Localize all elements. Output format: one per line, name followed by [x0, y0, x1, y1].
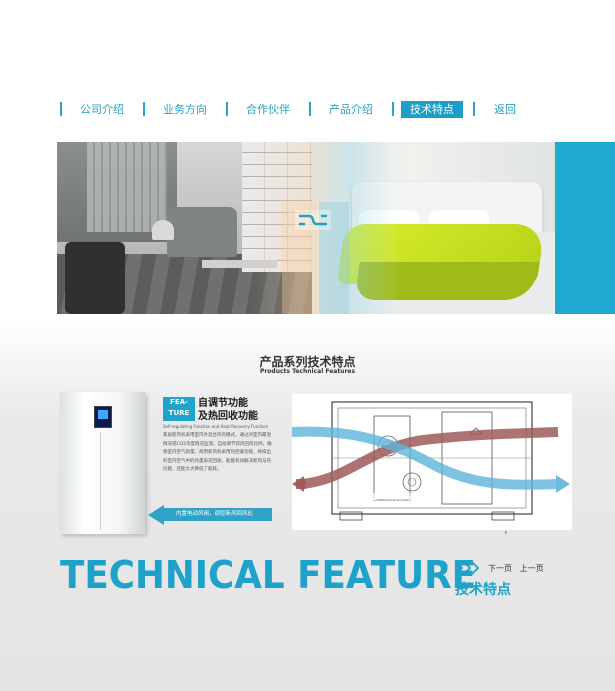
heat-recovery-diagram [292, 394, 572, 530]
hero-banner [57, 142, 615, 314]
pager: 下一页 上一页 [488, 563, 544, 574]
feature-title-line2: 及热回收功能 [198, 411, 258, 422]
damper-callout: 内置电动风阀，调控新风回风比 [148, 505, 272, 525]
feature-tag-line2: TURE [168, 409, 190, 417]
hero-blinds [87, 142, 167, 232]
nav-separator [392, 102, 394, 116]
feature-tag-line1: FEA- [170, 398, 188, 406]
nav-separator [473, 102, 475, 116]
nav-separator [143, 102, 145, 116]
damper-callout-label: 内置电动风阀，调控新风回风比 [162, 508, 272, 521]
airflow-logo-icon [295, 210, 331, 230]
heat-exchanger-schematic [292, 401, 570, 521]
nav-item-partners[interactable]: 合作伙伴 [243, 101, 293, 118]
section-subtitle: Products Technical Features [259, 368, 356, 375]
prev-page-link[interactable]: 上一页 [520, 564, 544, 573]
diagram-caption: 热回收装置，吸收排风热量 [344, 493, 422, 501]
nav-item-business[interactable]: 业务方向 [160, 101, 210, 118]
nav-item-back[interactable]: 返回 [490, 101, 520, 118]
feature-english-caption: Self-regulating Function and Heat Recove… [163, 424, 269, 429]
technical-feature-heading: TECHNICAL FEATURE [60, 553, 477, 597]
nav-item-company-intro[interactable]: 公司介绍 [77, 101, 127, 118]
carousel-next-icon[interactable]: ‹ [504, 528, 508, 538]
next-page-link[interactable]: 下一页 [488, 564, 512, 573]
technical-feature-cn-heading: 技术特点 [455, 582, 511, 598]
nav-separator [60, 102, 62, 116]
product-image [60, 392, 145, 534]
top-nav: 公司介绍 业务方向 合作伙伴 产品介绍 技术特点 返回 [60, 101, 540, 119]
feature-description: 家居新风机采用室内外混合风的模式，通过对室内最湿情况或CO2浓度情况监测，自动调… [163, 433, 272, 472]
feature-tag: FEA- TURE [163, 397, 195, 421]
triple-chevron-icon [455, 561, 479, 575]
nav-separator [226, 102, 228, 116]
hero-lamp [152, 220, 174, 240]
hero-chair [167, 207, 237, 257]
nav-separator [309, 102, 311, 116]
product-control-panel [94, 406, 112, 428]
hero-accent-bar [555, 142, 615, 314]
nav-item-products[interactable]: 产品介绍 [326, 101, 376, 118]
hero-sofa [65, 242, 125, 314]
nav-item-tech-features[interactable]: 技术特点 [401, 101, 463, 118]
